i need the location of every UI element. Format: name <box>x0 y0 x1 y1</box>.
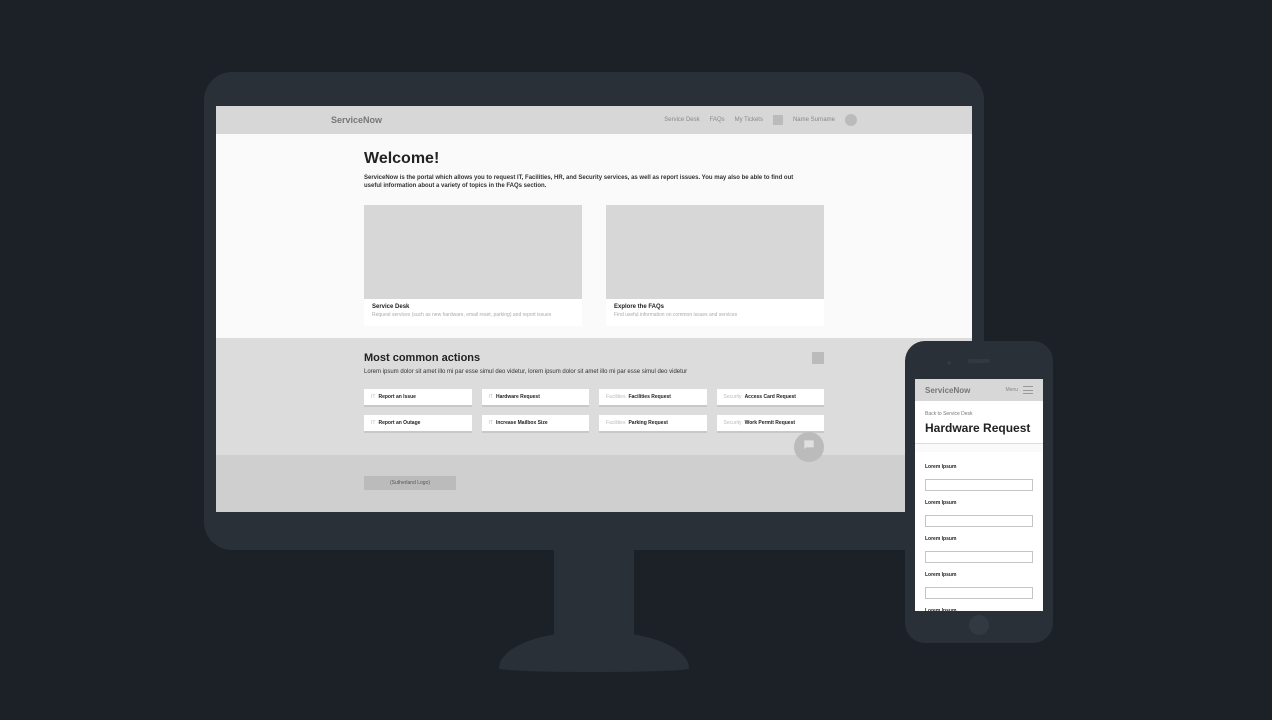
field-input[interactable] <box>925 551 1033 563</box>
section-intro: Lorem ipsum dolor sit amet illo mi par e… <box>364 369 687 375</box>
action-category: Security <box>724 420 742 426</box>
action-hardware-request[interactable]: IT Hardware Request <box>482 389 590 407</box>
action-category: Facilities <box>606 420 625 426</box>
action-work-permit-request[interactable]: Security Work Permit Request <box>717 415 825 433</box>
form-field: Lorem Ipsum <box>925 572 1033 599</box>
action-category: IT <box>371 420 375 426</box>
card-subtitle: Request services (such as new hardware, … <box>372 312 574 319</box>
page-title: Welcome! <box>364 150 824 168</box>
action-access-card-request[interactable]: Security Access Card Request <box>717 389 825 407</box>
nav-link-faqs[interactable]: FAQs <box>710 117 725 123</box>
field-label: Lorem Ipsum <box>925 608 1033 611</box>
hamburger-icon <box>1023 386 1033 394</box>
feature-cards: Service Desk Request services (such as n… <box>364 205 824 327</box>
chat-icon <box>802 438 816 457</box>
menu-label: Menu <box>1005 387 1018 393</box>
form-field: Lorem Ipsum <box>925 536 1033 563</box>
action-label: Hardware Request <box>496 394 540 400</box>
phone-menu-button[interactable]: Menu <box>1005 386 1033 394</box>
action-category: IT <box>371 394 375 400</box>
field-label: Lorem Ipsum <box>925 572 1033 578</box>
action-parking-request[interactable]: Facilities Parking Request <box>599 415 707 433</box>
monitor-bezel: ServiceNow Service Desk FAQs My Tickets … <box>204 72 984 550</box>
action-category: IT <box>489 420 493 426</box>
field-input[interactable] <box>925 515 1033 527</box>
action-increase-mailbox[interactable]: IT Increase Mailbox Size <box>482 415 590 433</box>
action-category: Facilities <box>606 394 625 400</box>
card-image-placeholder <box>364 205 582 299</box>
action-category: IT <box>489 394 493 400</box>
action-grid: IT Report an Issue IT Hardware Request F… <box>364 389 824 433</box>
phone-screen: ServiceNow Menu Back to Service Desk Har… <box>915 379 1043 611</box>
action-facilities-request[interactable]: Facilities Facilities Request <box>599 389 707 407</box>
desktop-monitor: ServiceNow Service Desk FAQs My Tickets … <box>204 72 984 550</box>
phone-brand[interactable]: ServiceNow <box>925 386 970 395</box>
card-title: Explore the FAQs <box>614 304 816 310</box>
avatar[interactable] <box>845 114 857 126</box>
form-field: Lorem Ipsum <box>925 464 1033 491</box>
monitor-stand <box>554 550 634 642</box>
page-intro: ServiceNow is the portal which allows yo… <box>364 174 794 191</box>
section-title: Most common actions <box>364 352 687 364</box>
footer-logo: (Sutherland Logo) <box>364 476 456 490</box>
nav-link-service-desk[interactable]: Service Desk <box>664 117 699 123</box>
phone-header: ServiceNow Menu <box>915 379 1043 401</box>
action-label: Access Card Request <box>745 394 796 400</box>
desktop-main: Welcome! ServiceNow is the portal which … <box>216 134 972 326</box>
phone-form: Lorem Ipsum Lorem Ipsum Lorem Ipsum Lore… <box>915 452 1043 611</box>
nav-link-my-tickets[interactable]: My Tickets <box>735 117 763 123</box>
desktop-footer: (Sutherland Logo) <box>216 455 972 512</box>
field-input[interactable] <box>925 587 1033 599</box>
brand-logo[interactable]: ServiceNow <box>331 115 382 125</box>
chat-button[interactable] <box>794 432 824 462</box>
common-actions-section: Most common actions Lorem ipsum dolor si… <box>216 338 972 455</box>
field-label: Lorem Ipsum <box>925 500 1033 506</box>
card-subtitle: Find useful information on common issues… <box>614 312 816 319</box>
field-label: Lorem Ipsum <box>925 464 1033 470</box>
form-field: Lorem Ipsum <box>925 608 1033 611</box>
action-report-issue[interactable]: IT Report an Issue <box>364 389 472 407</box>
section-grid-icon[interactable] <box>812 352 824 364</box>
action-label: Work Permit Request <box>745 420 795 426</box>
action-label: Parking Request <box>628 420 667 426</box>
phone-speaker <box>968 359 990 363</box>
phone-page-title: Hardware Request <box>925 421 1033 435</box>
nav-notifications-icon[interactable] <box>773 115 783 125</box>
phone-title-area: Back to Service Desk Hardware Request <box>915 401 1043 444</box>
form-field: Lorem Ipsum <box>925 500 1033 527</box>
action-report-outage[interactable]: IT Report an Outage <box>364 415 472 433</box>
card-image-placeholder <box>606 205 824 299</box>
nav-user-name[interactable]: Name Surname <box>793 117 835 123</box>
desktop-screen: ServiceNow Service Desk FAQs My Tickets … <box>216 106 972 512</box>
phone-home-button[interactable] <box>969 615 989 635</box>
card-title: Service Desk <box>372 304 574 310</box>
field-input[interactable] <box>925 479 1033 491</box>
action-label: Report an Issue <box>378 394 416 400</box>
phone-device: ServiceNow Menu Back to Service Desk Har… <box>905 341 1053 643</box>
action-category: Security <box>724 394 742 400</box>
action-label: Increase Mailbox Size <box>496 420 548 426</box>
phone-camera <box>947 361 951 365</box>
monitor-base <box>499 632 689 672</box>
top-nav: Service Desk FAQs My Tickets Name Surnam… <box>664 114 857 126</box>
breadcrumb[interactable]: Back to Service Desk <box>925 411 1033 417</box>
card-service-desk[interactable]: Service Desk Request services (such as n… <box>364 205 582 327</box>
card-explore-faqs[interactable]: Explore the FAQs Find useful information… <box>606 205 824 327</box>
action-label: Facilities Request <box>628 394 671 400</box>
desktop-header: ServiceNow Service Desk FAQs My Tickets … <box>216 106 972 134</box>
field-label: Lorem Ipsum <box>925 536 1033 542</box>
action-label: Report an Outage <box>378 420 420 426</box>
